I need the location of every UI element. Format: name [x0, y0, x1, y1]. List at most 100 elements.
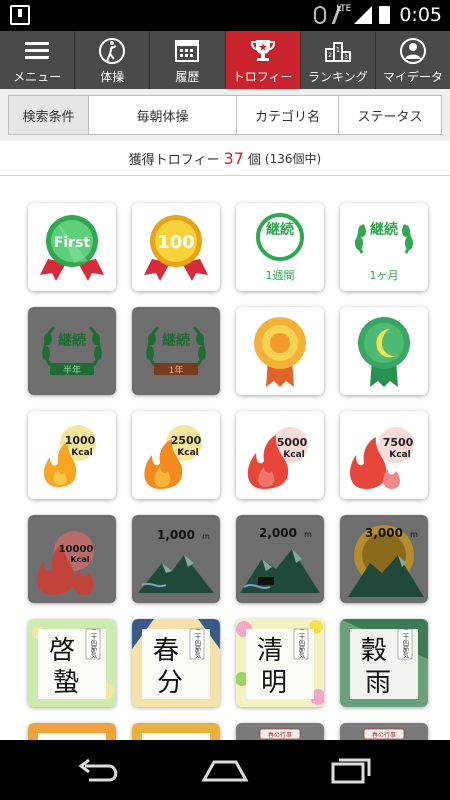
- trophy-1000m-locked[interactable]: 1,000 m: [132, 515, 220, 603]
- trophy-5000kcal[interactable]: 5000 Kcal: [236, 411, 324, 499]
- trophy-7500kcal[interactable]: 7500 Kcal: [340, 411, 428, 499]
- nav-item-ranking[interactable]: 12 3 ランキング: [301, 31, 376, 89]
- trophy-2000m-locked[interactable]: 2,000 m: [236, 515, 324, 603]
- trophy-spring-event-2[interactable]: 春の行事: [340, 723, 428, 740]
- trophy-unit: Kcal: [71, 448, 92, 458]
- spring-event-label: 春の行事: [372, 731, 396, 739]
- trophy-value: 3,000: [365, 526, 403, 540]
- filter-bar: 検索条件 毎朝体操 カテゴリ名 ステータス: [0, 89, 450, 141]
- trophy-text: 継続: [58, 332, 86, 349]
- profile-icon: [398, 37, 428, 65]
- status-filter[interactable]: ステータス: [339, 96, 441, 134]
- trophy-kanji-2: 雨: [365, 668, 391, 698]
- trophy-grid: First 100 継続 1週間 継続 1ヶ月 継続 半年 継続 1年 1000…: [0, 177, 450, 740]
- trophy-first[interactable]: First: [28, 203, 116, 291]
- nav-item-trophy[interactable]: トロフィー: [225, 31, 301, 89]
- battery-icon: [379, 6, 391, 24]
- trophy-kanji-2: 分: [157, 668, 183, 698]
- trophy-value: 1000: [65, 434, 96, 447]
- trophy-seimei[interactable]: 二十四節気 清 明: [236, 619, 324, 707]
- spring-event-label: 春の行事: [268, 731, 292, 739]
- calendar-icon: [172, 37, 202, 65]
- trophy-value: 5000: [277, 436, 308, 449]
- trophy-text: 継続: [162, 332, 190, 349]
- trophy-icon: [248, 37, 278, 65]
- filter-label: 検索条件: [9, 96, 89, 134]
- svg-text:2: 2: [328, 52, 332, 59]
- nav-label: 履歴: [175, 70, 200, 84]
- exercise-icon: [97, 37, 127, 65]
- trophy-3000m-locked[interactable]: 3,000 m: [340, 515, 428, 603]
- sekki-tag: 二十四節気: [402, 628, 409, 659]
- filter-box: 検索条件 毎朝体操 カテゴリ名 ステータス: [8, 95, 442, 135]
- sekki-tag: 二十四節気: [298, 628, 305, 659]
- exercise-filter[interactable]: 毎朝体操: [89, 96, 237, 134]
- back-icon: [78, 758, 118, 782]
- trophy-unit: Kcal: [283, 450, 304, 460]
- trophy-period: 1ヶ月: [370, 269, 399, 282]
- nav-label: トロフィー: [232, 70, 293, 84]
- trophy-unit: m: [304, 530, 312, 539]
- network-type: LTE: [336, 4, 352, 14]
- trophy-sun[interactable]: [236, 307, 324, 395]
- svg-text:1: 1: [336, 46, 340, 54]
- trophy-shunbun[interactable]: 二十四節気 春 分: [132, 619, 220, 707]
- trophy-unit: m: [410, 530, 418, 539]
- top-nav: メニュー 体操 履歴 トロフィー 12 3 ランキング マイデータ: [0, 31, 450, 89]
- count-unit: 個: [247, 152, 261, 168]
- status-bar: LTE 0:05: [0, 0, 450, 31]
- nav-item-history[interactable]: 履歴: [150, 31, 226, 89]
- trophy-sekki-partial-2[interactable]: [132, 723, 220, 740]
- trophy-kanji-2: 明: [261, 668, 287, 698]
- download-notification-icon: [10, 5, 30, 25]
- trophy-value: 10000: [59, 544, 94, 555]
- system-nav-bar: [0, 740, 450, 800]
- trophy-kokuu[interactable]: 二十四節気 穀 雨: [340, 619, 428, 707]
- sekki-tag: 二十四節気: [90, 628, 97, 659]
- trophy-continue-1year-locked[interactable]: 継続 1年: [132, 307, 220, 395]
- trophy-text: 継続: [370, 221, 398, 238]
- clock: 0:05: [399, 4, 442, 26]
- trophy-kanji-2: 蟄: [53, 668, 79, 698]
- trophy-1000kcal[interactable]: 1000 Kcal: [28, 411, 116, 499]
- trophy-value: 2500: [171, 434, 202, 447]
- trophy-continue-1month[interactable]: 継続 1ヶ月: [340, 203, 428, 291]
- trophy-sekki-partial-1[interactable]: [28, 723, 116, 740]
- podium-icon: 12 3: [323, 37, 353, 65]
- trophy-period: 半年: [63, 364, 81, 376]
- trophy-moon[interactable]: [340, 307, 428, 395]
- home-button[interactable]: [200, 754, 250, 786]
- menu-icon: [22, 37, 52, 65]
- trophy-continue-1week[interactable]: 継続 1週間: [236, 203, 324, 291]
- count-prefix: 獲得トロフィー: [128, 152, 220, 168]
- signal-icon: LTE: [336, 4, 373, 24]
- trophy-2500kcal[interactable]: 2500 Kcal: [132, 411, 220, 499]
- trophy-kanji-1: 穀: [361, 636, 387, 666]
- nav-item-exercise[interactable]: 体操: [75, 31, 151, 89]
- trophy-text: 100: [157, 232, 195, 253]
- nav-label: 体操: [100, 70, 125, 84]
- trophy-10000kcal-locked[interactable]: 10000 Kcal: [28, 515, 116, 603]
- trophy-unit: Kcal: [177, 448, 198, 458]
- trophy-100[interactable]: 100: [132, 203, 220, 291]
- bluetooth-icon: [314, 6, 327, 24]
- back-button[interactable]: [75, 754, 125, 786]
- recent-apps-icon: [331, 758, 371, 784]
- trophy-unit: m: [202, 532, 210, 541]
- trophy-value: 1,000: [157, 528, 195, 542]
- status-icons: LTE 0:05: [314, 4, 442, 26]
- trophy-count: 獲得トロフィー 37 個 (136個中): [0, 141, 450, 176]
- nav-label: ランキング: [307, 70, 368, 84]
- trophy-text: 継続: [266, 221, 294, 238]
- recent-apps-button[interactable]: [325, 754, 375, 786]
- trophy-keichitsu[interactable]: 二十四節気 啓 蟄: [28, 619, 116, 707]
- trophy-continue-halfyear-locked[interactable]: 継続 半年: [28, 307, 116, 395]
- category-filter[interactable]: カテゴリ名: [237, 96, 339, 134]
- nav-item-mydata[interactable]: マイデータ: [376, 31, 450, 89]
- trophy-unit: Kcal: [70, 555, 89, 564]
- sekki-tag: 二十四節気: [194, 628, 201, 659]
- trophy-spring-event-1[interactable]: 春の行事: [236, 723, 324, 740]
- trophy-text: First: [54, 235, 91, 251]
- trophy-value: 2,000: [259, 526, 297, 540]
- nav-item-menu[interactable]: メニュー: [0, 31, 76, 89]
